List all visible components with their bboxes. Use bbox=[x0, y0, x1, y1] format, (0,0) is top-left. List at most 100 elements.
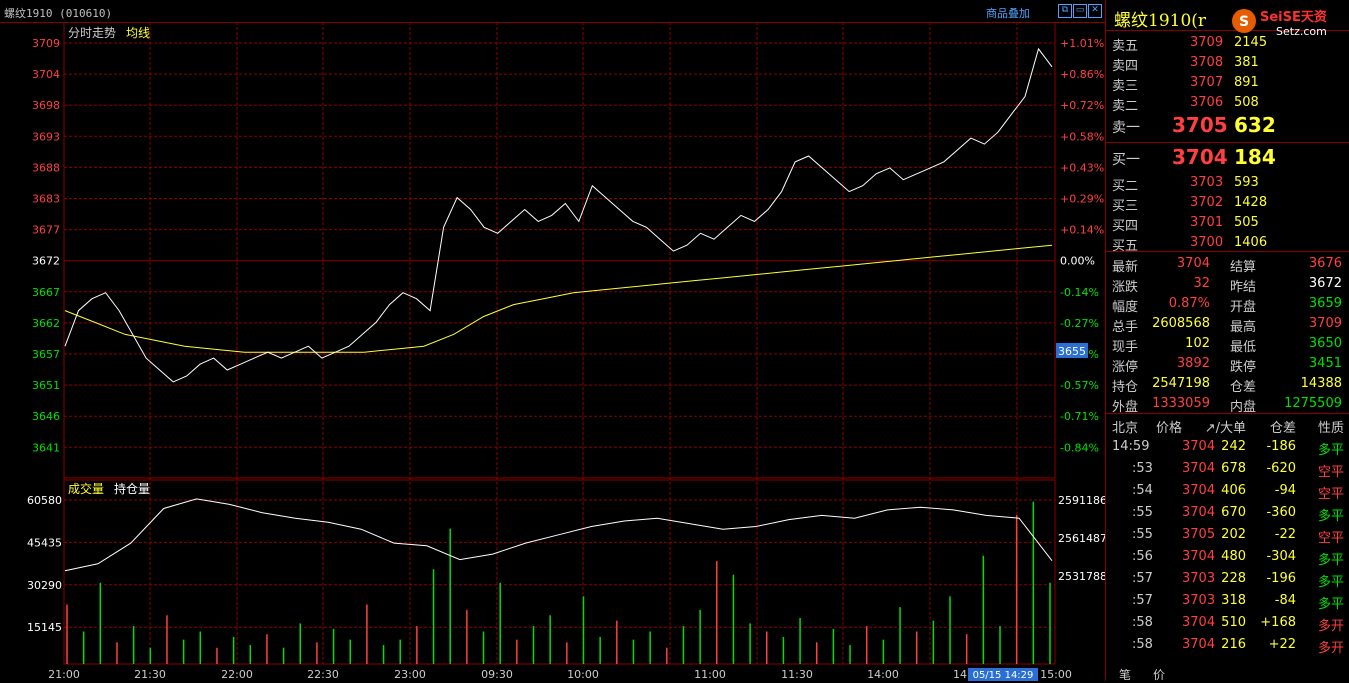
stats-row: 涨停 3892 跌停 3451 bbox=[1106, 353, 1349, 375]
tick-volume: 318 bbox=[1221, 593, 1246, 608]
tick-time: :55 bbox=[1132, 505, 1153, 520]
ask-price: 3708 bbox=[1190, 55, 1224, 70]
time-tick-label: 21:00 bbox=[48, 668, 80, 681]
pct-tick-label: +0.14% bbox=[1060, 224, 1104, 237]
bid-row[interactable]: 买一 3704 184 bbox=[1106, 144, 1349, 169]
tick-type: 多平 bbox=[1317, 443, 1344, 458]
tick-header: 北京 价格 ↗/大单 仓差 性质 bbox=[1106, 414, 1349, 436]
tick-row[interactable]: :54 3704 406 -94 空平 bbox=[1106, 480, 1349, 502]
stat-value: 3672 bbox=[1308, 276, 1342, 291]
pct-tick-label: -0.57% bbox=[1060, 379, 1099, 392]
tick-row[interactable]: :57 3703 318 -84 多平 bbox=[1106, 590, 1349, 612]
tick-oi-change: -94 bbox=[1274, 483, 1296, 498]
tick-row[interactable]: :55 3704 670 -360 多平 bbox=[1106, 502, 1349, 524]
tick-row[interactable]: :55 3705 202 -22 空平 bbox=[1106, 524, 1349, 546]
stats-row: 涨跌 32 昨结 3672 bbox=[1106, 273, 1349, 295]
tick-volume: 216 bbox=[1221, 637, 1246, 652]
tick-type: 多平 bbox=[1317, 509, 1344, 524]
ask-row[interactable]: 卖三 3707 891 bbox=[1106, 72, 1349, 94]
tick-time: :53 bbox=[1132, 461, 1153, 476]
tick-row[interactable]: 14:59 3704 242 -186 多平 bbox=[1106, 436, 1349, 458]
pct-tick-label: +0.29% bbox=[1060, 193, 1104, 206]
stats-row: 最新 3704 结算 3676 bbox=[1106, 253, 1349, 275]
tick-oi-change: -186 bbox=[1266, 439, 1296, 454]
bid-price: 3701 bbox=[1190, 215, 1224, 230]
tick-type: 多开 bbox=[1317, 641, 1344, 656]
tick-row[interactable]: :57 3703 228 -196 多平 bbox=[1106, 568, 1349, 590]
bid-row[interactable]: 买三 3702 1428 bbox=[1106, 192, 1349, 214]
price-tick-label: 3646 bbox=[32, 410, 60, 423]
price-tick-label: 3651 bbox=[32, 379, 60, 392]
tick-type: 多平 bbox=[1317, 575, 1344, 590]
instrument-title: 螺纹1910 (010610) bbox=[4, 7, 113, 20]
bid-row[interactable]: 买四 3701 505 bbox=[1106, 212, 1349, 234]
minimize-icon[interactable]: ▭ bbox=[1073, 4, 1087, 18]
bid-price: 3702 bbox=[1190, 195, 1224, 210]
tick-price: 3704 bbox=[1182, 505, 1216, 520]
tick-price: 3705 bbox=[1182, 527, 1216, 542]
price-tick-label: 3662 bbox=[32, 317, 60, 330]
tab-trades[interactable]: 笔 bbox=[1119, 666, 1131, 683]
tick-price: 3704 bbox=[1182, 439, 1216, 454]
tick-price: 3704 bbox=[1182, 637, 1216, 652]
stat-value: 0.87% bbox=[1168, 296, 1210, 311]
ask-volume: 508 bbox=[1234, 95, 1259, 110]
tick-volume: 202 bbox=[1221, 527, 1246, 542]
stats-row: 持仓 2547198 仓差 14388 bbox=[1106, 373, 1349, 395]
tick-price: 3704 bbox=[1182, 461, 1216, 476]
restore-icon[interactable]: ⧉ bbox=[1058, 4, 1072, 18]
bid-volume: 1406 bbox=[1234, 235, 1268, 250]
price-tick-label: 3704 bbox=[32, 68, 60, 81]
tick-row[interactable]: :56 3704 480 -304 多平 bbox=[1106, 546, 1349, 568]
stats-row: 幅度 0.87% 开盘 3659 bbox=[1106, 293, 1349, 315]
stats-row: 现手 102 最低 3650 bbox=[1106, 333, 1349, 355]
ask-row[interactable]: 卖二 3706 508 bbox=[1106, 92, 1349, 114]
ask-price: 3706 bbox=[1190, 95, 1224, 110]
bottom-tabs: 笔 价 bbox=[1105, 664, 1349, 683]
tick-row[interactable]: :53 3704 678 -620 空平 bbox=[1106, 458, 1349, 480]
tick-volume: 670 bbox=[1221, 505, 1246, 520]
open-interest-line bbox=[64, 498, 1053, 572]
oi-tick-label: 2591186 bbox=[1058, 494, 1105, 507]
tick-type: 空平 bbox=[1317, 487, 1344, 502]
tick-type: 多开 bbox=[1317, 619, 1344, 634]
close-icon[interactable]: ✕ bbox=[1088, 4, 1102, 18]
tick-volume: 242 bbox=[1221, 439, 1246, 454]
tick-time: :54 bbox=[1132, 483, 1153, 498]
ask-row[interactable]: 卖四 3708 381 bbox=[1106, 52, 1349, 74]
pct-tick-label: 0.00% bbox=[1060, 255, 1095, 268]
stat-value: 2547198 bbox=[1152, 376, 1210, 391]
pct-tick-label: +1.01% bbox=[1060, 37, 1104, 50]
ask-row[interactable]: 卖一 3705 632 bbox=[1106, 112, 1349, 137]
price-frame bbox=[63, 21, 1056, 479]
stats-row: 总手 2608568 最高 3709 bbox=[1106, 313, 1349, 335]
volume-frame bbox=[63, 479, 1056, 665]
stat-value: 1333059 bbox=[1152, 396, 1210, 411]
bid-row[interactable]: 买二 3703 593 bbox=[1106, 172, 1349, 194]
tick-row[interactable]: :58 3704 510 +168 多开 bbox=[1106, 612, 1349, 634]
tick-price: 3704 bbox=[1182, 615, 1216, 630]
bid-row[interactable]: 买五 3700 1406 bbox=[1106, 232, 1349, 254]
bid-price: 3703 bbox=[1190, 175, 1224, 190]
time-tick-label: 11:30 bbox=[781, 668, 813, 681]
time-tick-label: 11:00 bbox=[694, 668, 726, 681]
tick-oi-change: -196 bbox=[1266, 571, 1296, 586]
tab-prices[interactable]: 价 bbox=[1153, 666, 1165, 683]
overlay-button[interactable]: 商品叠加 bbox=[986, 5, 1030, 21]
tick-type: 多平 bbox=[1317, 553, 1344, 568]
tick-time: :57 bbox=[1132, 593, 1153, 608]
tick-volume: 228 bbox=[1221, 571, 1246, 586]
avg-price-line bbox=[64, 244, 1053, 353]
tick-row[interactable]: :58 3704 216 +22 多开 bbox=[1106, 634, 1349, 656]
pct-tick-label: -0.71% bbox=[1060, 410, 1099, 423]
time-tick-label: 22:00 bbox=[221, 668, 253, 681]
logo-sub: Setz.com bbox=[1276, 25, 1327, 38]
bid-label: 买一 bbox=[1112, 152, 1140, 168]
tick-type: 空平 bbox=[1317, 531, 1344, 546]
chart-area[interactable]: 3709 +1.01% 3704 +0.86% 3698 +0.72% 3693 +0.58%… bbox=[0, 0, 1105, 681]
avg-line-label: 均线 bbox=[126, 26, 150, 40]
oi-tick-label: 2531788 bbox=[1058, 570, 1105, 583]
price-tick-label: 3688 bbox=[32, 161, 60, 174]
price-tick-label: 3677 bbox=[32, 224, 60, 237]
ask-label: 卖一 bbox=[1112, 120, 1140, 136]
